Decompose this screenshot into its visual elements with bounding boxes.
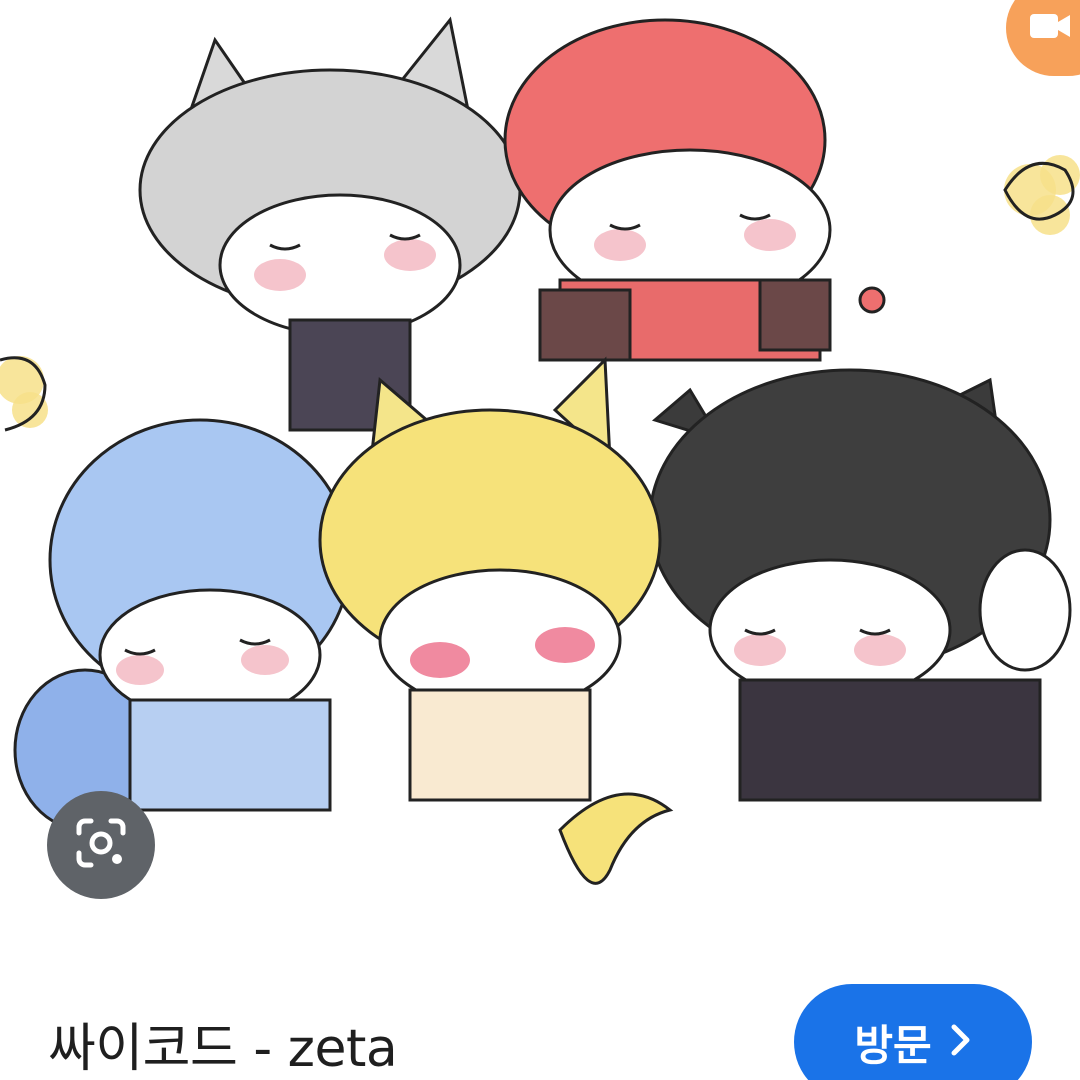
flower-decoration-right xyxy=(1003,155,1080,235)
red-cat-character xyxy=(503,18,886,362)
blue-cat-character xyxy=(13,418,352,832)
result-image[interactable] xyxy=(0,0,1080,960)
grey-cat-character xyxy=(138,16,522,432)
black-cat-character xyxy=(648,368,1072,802)
chibi-cats-illustration xyxy=(0,16,1080,885)
video-camera-icon xyxy=(1028,10,1072,46)
search-result-card: 싸이코드 - zeta 방문 xyxy=(0,0,1080,1080)
result-title[interactable]: 싸이코드 - zeta xyxy=(48,1006,398,1080)
visit-button-label: 방문 xyxy=(854,1020,932,1070)
chevron-right-icon xyxy=(950,1023,972,1061)
camera-lens-search-icon xyxy=(73,815,129,875)
visit-button[interactable]: 방문 xyxy=(794,984,1032,1080)
lens-search-button[interactable] xyxy=(47,791,155,899)
flower-decoration-left xyxy=(0,356,48,432)
yellow-cat-character xyxy=(318,356,674,885)
